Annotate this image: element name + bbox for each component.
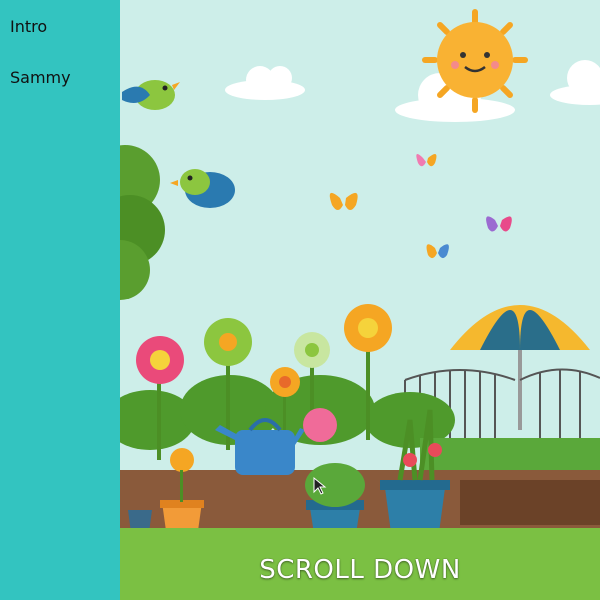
scroll-down-button[interactable]: SCROLL DOWN [120, 555, 600, 585]
sidebar-item-intro[interactable]: Intro [10, 17, 47, 36]
flower-bud-icon [303, 408, 337, 442]
sidebar-nav: Intro Sammy [0, 0, 120, 600]
garden-scene-svg [120, 0, 600, 600]
garden-illustration [120, 0, 600, 600]
sidebar-item-sammy[interactable]: Sammy [10, 68, 71, 87]
sun-icon [422, 9, 528, 113]
